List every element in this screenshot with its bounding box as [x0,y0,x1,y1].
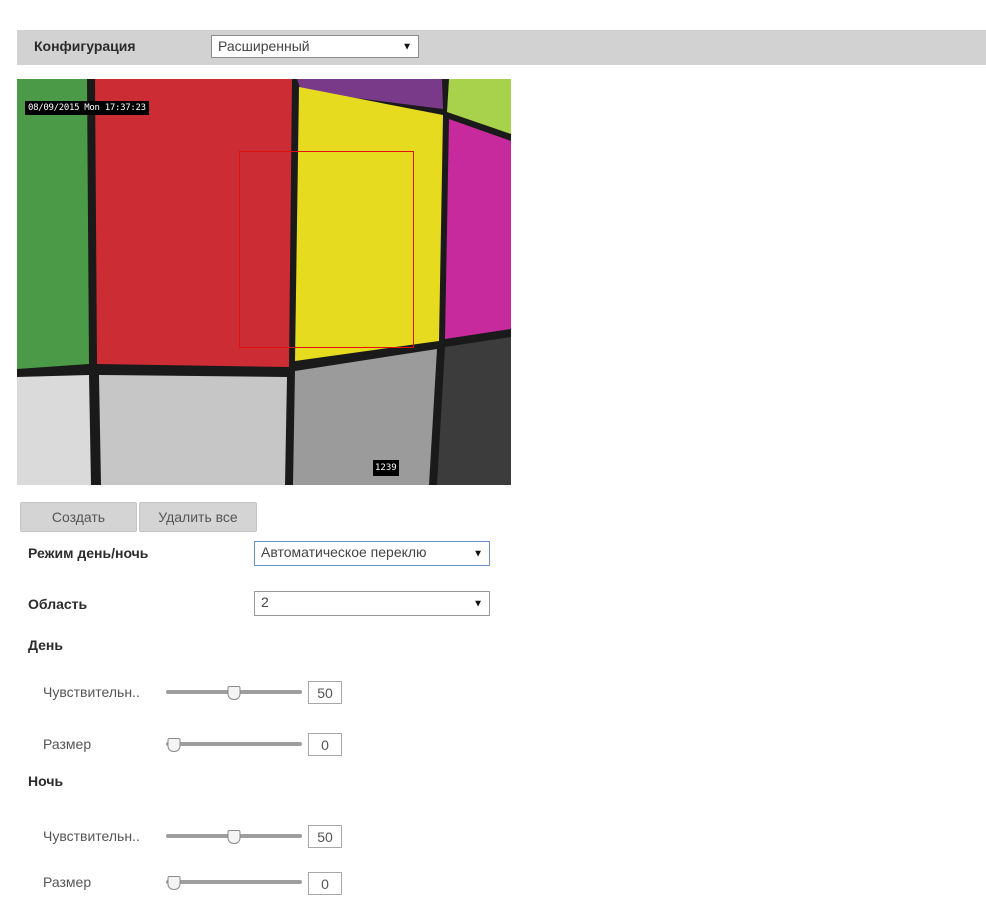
day-sensitivity-label: Чувствительн.. [43,684,140,700]
mode-select[interactable]: Расширенный ▼ [211,35,419,58]
osd-code: 1239 [373,460,399,476]
slider-track [166,880,302,884]
slider-thumb[interactable] [167,738,181,752]
chevron-down-icon: ▼ [473,548,483,559]
day-sensitivity-value[interactable]: 50 [308,681,342,704]
slider-thumb[interactable] [167,876,181,890]
night-size-slider[interactable] [166,876,302,890]
day-sensitivity-slider[interactable] [166,686,302,700]
detection-region-box[interactable] [239,151,414,348]
chevron-down-icon: ▼ [473,598,483,609]
slider-track [166,742,302,746]
day-size-value[interactable]: 0 [308,733,342,756]
chevron-down-icon: ▼ [402,41,412,52]
region-value: 2 [261,594,269,610]
config-header-bar: Конфигурация Расширенный ▼ [17,30,986,65]
day-night-mode-value: Автоматическое переклю [261,544,427,560]
config-title: Конфигурация [34,38,136,54]
slider-thumb[interactable] [227,686,241,700]
mode-select-value: Расширенный [218,38,310,54]
day-night-mode-label: Режим день/ночь [28,545,149,561]
night-size-label: Размер [43,874,92,890]
create-button[interactable]: Создать [20,502,137,532]
night-sensitivity-slider[interactable] [166,830,302,844]
region-select[interactable]: 2 ▼ [254,591,490,616]
osd-datetime: 08/09/2015 Mon 17:37:23 [25,101,149,115]
night-heading: Ночь [28,773,64,789]
day-night-mode-select[interactable]: Автоматическое переклю ▼ [254,541,490,566]
video-preview[interactable]: 08/09/2015 Mon 17:37:23 1239 [17,79,511,485]
day-size-label: Размер [43,736,92,752]
region-label: Область [28,596,88,612]
day-heading: День [28,637,63,653]
night-sensitivity-label: Чувствительн.. [43,828,140,844]
night-sensitivity-value[interactable]: 50 [308,825,342,848]
slider-thumb[interactable] [227,830,241,844]
day-size-slider[interactable] [166,738,302,752]
delete-all-button[interactable]: Удалить все [139,502,257,532]
night-size-value[interactable]: 0 [308,872,342,895]
